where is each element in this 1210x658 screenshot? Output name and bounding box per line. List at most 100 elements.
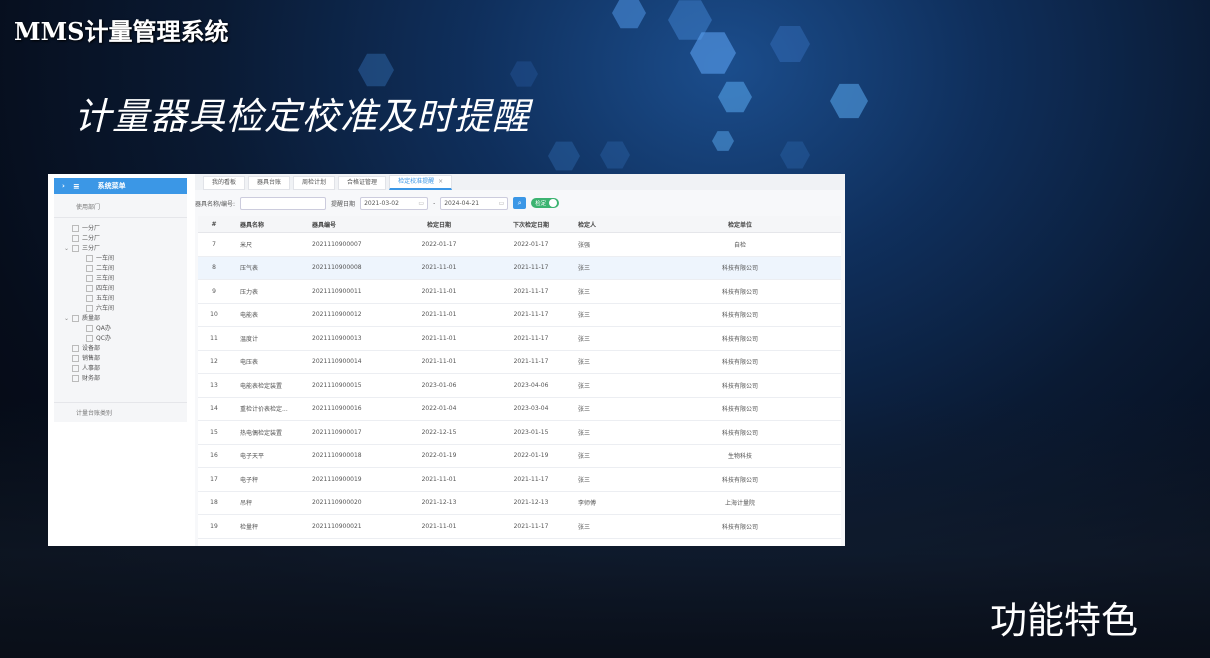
tab[interactable]: 我的看板 [203,176,246,190]
table-cell: 科技有限公司 [639,373,841,398]
search-button[interactable]: ⌕ [513,197,527,209]
tab-label: 器具台账 [257,179,282,186]
table-cell: 压气表 [230,256,311,280]
checkbox[interactable] [72,375,79,382]
checkbox[interactable] [86,305,93,312]
table-row[interactable]: 12 电压表 2021110900014 2021-11-01 2021-11-17 张三… [198,350,841,374]
tree-node[interactable]: ⌄ 质量部 [60,314,187,324]
table-row[interactable]: 14 重检计价表检定... 2021110900016 2022-01-04 2023-… [198,397,841,421]
checkbox[interactable] [72,235,79,242]
table-cell: 张三 [577,514,639,539]
reminder-table: # 器具名称 器具编号 检定日期 下次检定日期 检定人 检定单位 7 米尺 2021110900… [198,216,841,546]
table-cell: 2021-12-13 [485,491,577,515]
column-header[interactable]: 下次检定日期 [485,216,577,233]
table-row[interactable]: 18 吊秤 2021110900020 2021-12-13 2021-12-13 李师傅… [198,491,841,515]
checkbox[interactable] [86,255,93,262]
table-row[interactable]: 17 电子秤 2021110900019 2021-11-01 2021-11-17 张三… [198,467,841,492]
table-cell: 压力表 [230,279,311,304]
table-cell: 2022-01-19 [485,444,577,468]
table-cell: 2021-11-17 [485,303,577,327]
tree-node[interactable]: 四车间 [60,284,187,294]
column-header[interactable]: 检定日期 [393,216,485,233]
checkbox[interactable] [86,285,93,292]
checkbox[interactable] [86,335,93,342]
column-header[interactable]: # [198,216,230,233]
inspection-toggle[interactable]: 检定 [531,198,560,208]
checkbox[interactable] [86,325,93,332]
checkbox[interactable] [72,245,79,252]
calendar-icon: ▭ [498,199,505,207]
sidebar-header[interactable]: › ≡ 系统菜单 [54,178,187,194]
tree-node[interactable]: 财务部 [60,374,187,384]
date-from-input[interactable]: 2021-03-02 ▭ [360,196,429,210]
close-icon[interactable]: × [438,178,443,185]
chevron-right-icon[interactable]: › [62,182,65,190]
tree-node[interactable]: 五车间 [60,294,187,304]
tab[interactable]: 合格证管理 [338,176,387,190]
date-to-value: 2024-04-21 [444,199,480,207]
tree-node[interactable]: 三车间 [60,274,187,284]
table-cell: 2021110900012 [311,303,393,327]
menu-icon[interactable]: ≡ [73,182,80,191]
tree-node[interactable]: QA办 [60,324,187,334]
tree-node[interactable]: 一分厂 [60,224,187,234]
column-header[interactable]: 器具名称 [230,216,311,233]
table-row[interactable]: 11 温度计 2021110900013 2021-11-01 2021-11-17 张三… [198,326,841,351]
tree-node[interactable]: 人事部 [60,364,187,374]
checkbox[interactable] [72,225,79,232]
tree-node[interactable]: 六车间 [60,304,187,314]
table-cell: 9 [198,279,230,304]
tree-node-label: 三分厂 [82,245,101,252]
table-cell: 电能表 [230,303,311,327]
tree-node-label: QA办 [96,325,111,332]
column-header[interactable]: 检定单位 [639,216,841,233]
table-row[interactable]: 7 米尺 2021110900007 2022-01-17 2022-01-17 张强 自检 [198,232,841,257]
tree-node[interactable]: 一车间 [60,254,187,264]
tree-node-label: 五车间 [96,295,115,302]
table-row[interactable]: 16 电子天平 2021110900018 2022-01-19 2022-01-19 张… [198,444,841,468]
tab[interactable]: 检定校准提醒 × [389,175,453,190]
table-cell: 2021110900015 [311,373,393,398]
tree-node[interactable]: 二分厂 [60,234,187,244]
checkbox[interactable] [86,275,93,282]
table-cell: 2021110900011 [311,279,393,304]
checkbox[interactable] [72,345,79,352]
table-row[interactable]: 13 电能表检定装置 2021110900015 2023-01-06 2023-04-… [198,373,841,398]
checkbox[interactable] [86,265,93,272]
column-header[interactable]: 检定人 [577,216,639,233]
sidebar-footer[interactable]: 计量台账类别 [54,402,187,422]
table-row[interactable]: 9 压力表 2021110900011 2021-11-01 2021-11-17 张三科… [198,279,841,304]
table-cell: 电能表检定装置 [230,373,311,398]
tab[interactable]: 器具台账 [248,176,291,190]
tab[interactable]: 周检计划 [293,176,336,190]
table-row[interactable]: 8 压气表 2021110900008 2021-11-01 2021-11-17 张三科… [198,256,841,280]
code-filter-input[interactable] [240,196,327,210]
date-to-input[interactable]: 2024-04-21 ▭ [440,196,509,210]
table-cell: 2021-11-17 [485,279,577,304]
sidebar-section-title: 使用部门 [54,194,187,218]
table-cell: 米尺 [230,232,311,257]
chevron-down-icon[interactable]: ⌄ [64,244,72,254]
column-header[interactable]: 器具编号 [311,216,393,233]
tree-node[interactable]: ⌄ 三分厂 [60,244,187,254]
tree-node-label: 三车间 [96,275,115,282]
table-cell: 张三 [577,538,639,546]
table-row[interactable]: 15 热电偶检定装置 2021110900017 2022-12-15 2023-01-… [198,420,841,445]
checkbox[interactable] [72,355,79,362]
table-row[interactable]: 10 电能表 2021110900012 2021-11-01 2021-11-17 张三… [198,303,841,327]
tree-node[interactable]: 设备部 [60,344,187,354]
tree-node[interactable]: QC办 [60,334,187,344]
table-cell: 18 [198,491,230,515]
checkbox[interactable] [72,365,79,372]
headline: 计量器具检定校准及时提醒 [74,95,530,138]
tree-node[interactable]: 销售部 [60,354,187,364]
table-row[interactable]: 19 检量秤 2021110900021 2021-11-01 2021-11-17 张三… [198,514,841,539]
filter-bar: 器具名称/编号: 提醒日期 2021-03-02 ▭ - 2024-04-21 … [195,190,845,216]
checkbox[interactable] [86,295,93,302]
checkbox[interactable] [72,315,79,322]
chevron-down-icon[interactable]: ⌄ [64,314,72,324]
table-row[interactable]: 20包装密漏与密封...20211109000222022-10-102023-… [198,538,841,546]
tree-node[interactable]: 二车间 [60,264,187,274]
table-cell: 13 [198,373,230,398]
table-cell: 2021110900021 [311,514,393,539]
